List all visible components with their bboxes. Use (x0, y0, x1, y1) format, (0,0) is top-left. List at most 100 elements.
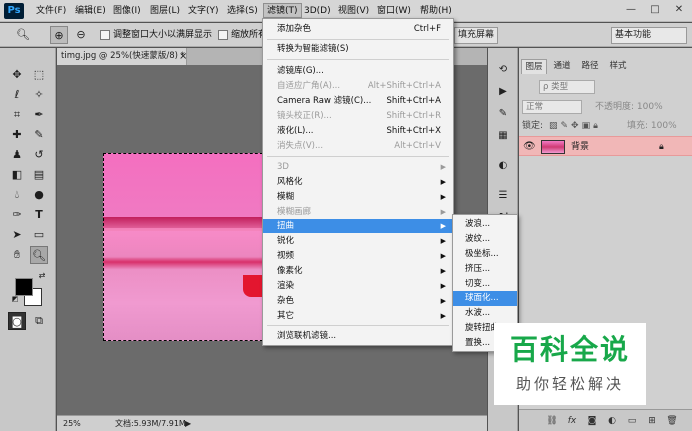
fill-field[interactable]: 填充: 100% (627, 120, 677, 132)
stamp-tool-icon[interactable]: ♟ (8, 146, 26, 164)
history-panel-icon[interactable]: ⟲ (494, 62, 512, 78)
minimize-button[interactable]: — (620, 2, 642, 18)
blend-mode-select[interactable]: 正常 (522, 100, 582, 114)
default-colors-icon[interactable]: ◩ (10, 294, 20, 304)
group-icon[interactable]: ▭ (625, 414, 639, 428)
menu-image[interactable]: 图像(I) (113, 4, 141, 19)
hand-tool-icon[interactable]: ✋︎ (8, 246, 26, 264)
dodge-tool-icon[interactable]: ● (30, 186, 48, 204)
link-layers-icon[interactable]: ⛓︎ (545, 414, 559, 428)
menu-item-stylize[interactable]: 风格化 ▶ (263, 175, 453, 189)
tools-panel: ✥ ⬚ ℓ ✧ ⌗ ✒ ✚ ✎ ♟ ↺ ◧ ▤ 💧︎ ● ✑ T ➤ ▭ ✋︎ … (0, 48, 56, 431)
workspace-select[interactable]: 基本功能 (611, 27, 687, 44)
marching-ants-selection (103, 153, 273, 341)
layer-style-icon[interactable]: fx (565, 414, 579, 428)
new-layer-icon[interactable]: ⊞ (645, 414, 659, 428)
menu-view[interactable]: 视图(V) (338, 4, 369, 19)
marquee-tool-icon[interactable]: ⬚ (30, 66, 48, 84)
document-tab-title: timg.jpg @ 25%(快速蒙版/8) * (61, 51, 185, 61)
menu-item-add-noise[interactable]: 添加杂色 Ctrl+F (263, 22, 453, 36)
submenu-item-wave[interactable]: 波浪... (453, 217, 517, 232)
adjustments-panel-icon[interactable]: ◐ (494, 158, 512, 174)
menu-3d[interactable]: 3D(D) (304, 4, 331, 19)
lock-icons[interactable]: ▨✎✥▣🔒︎ (549, 120, 601, 132)
shape-tool-icon[interactable]: ▭ (30, 226, 48, 244)
zoom-in-icon[interactable]: ⊕ (50, 26, 68, 44)
menu-window[interactable]: 窗口(W) (377, 4, 411, 19)
submenu-item-spherize[interactable]: 球面化... (453, 291, 517, 306)
eyedropper-icon[interactable]: ✒ (30, 106, 48, 124)
lasso-tool-icon[interactable]: ℓ (8, 86, 26, 104)
menu-item-other[interactable]: 其它 ▶ (263, 309, 453, 323)
close-tab-icon[interactable]: × (179, 50, 187, 63)
menu-item-video[interactable]: 视频 ▶ (263, 249, 453, 263)
maximize-button[interactable]: □ (644, 2, 666, 18)
brush-tool-icon[interactable]: ✎ (30, 126, 48, 144)
layer-row[interactable]: 👁︎ 背景 🔒︎ (519, 136, 692, 156)
actions-panel-icon[interactable]: ▶ (494, 84, 512, 100)
menu-help[interactable]: 帮助(H) (420, 4, 452, 19)
resize-window-checkbox[interactable] (100, 30, 110, 40)
document-tab[interactable]: timg.jpg @ 25%(快速蒙版/8) * (57, 48, 187, 65)
menu-file[interactable]: 文件(F) (36, 4, 66, 19)
fill-screen-button[interactable]: 填充屏幕 (454, 27, 499, 44)
magic-wand-icon[interactable]: ✧ (30, 86, 48, 104)
quick-mask-icon[interactable]: ◙ (8, 312, 26, 330)
swap-colors-icon[interactable]: ⇄ (36, 270, 48, 282)
submenu-item-shear[interactable]: 切变... (453, 277, 517, 292)
menu-item-camera-raw[interactable]: Camera Raw 滤镜(C)... Shift+Ctrl+A (263, 94, 453, 108)
crop-tool-icon[interactable]: ⌗ (8, 106, 26, 124)
menu-item-distort[interactable]: 扭曲 ▶ (263, 219, 453, 233)
layers-bottom-bar: ⛓︎ fx ◙ ◐ ▭ ⊞ 🗑︎ (519, 409, 692, 431)
zoom-tool-preset-icon[interactable]: 🔍︎ (14, 26, 32, 44)
submenu-item-polar-coordinates[interactable]: 极坐标... (453, 247, 517, 262)
properties-panel-icon[interactable]: ☰ (494, 188, 512, 204)
healing-brush-icon[interactable]: ✚ (8, 126, 26, 144)
menu-item-noise[interactable]: 杂色 ▶ (263, 294, 453, 308)
delete-layer-icon[interactable]: 🗑︎ (665, 414, 679, 428)
menu-item-pixelate[interactable]: 像素化 ▶ (263, 264, 453, 278)
menu-item-render[interactable]: 渲染 ▶ (263, 279, 453, 293)
opacity-field[interactable]: 不透明度: 100% (595, 101, 663, 113)
layer-mask-icon[interactable]: ◙ (585, 414, 599, 428)
tab-paths[interactable]: 路径 (577, 59, 603, 74)
status-arrow-icon[interactable]: ▶ (185, 418, 191, 430)
menu-item-browse-online[interactable]: 浏览联机滤镜... (263, 329, 453, 343)
menu-edit[interactable]: 编辑(E) (75, 4, 106, 19)
zoom-level[interactable]: 25% (63, 418, 81, 430)
menu-item-sharpen[interactable]: 锐化 ▶ (263, 234, 453, 248)
tab-channels[interactable]: 通道 (549, 59, 575, 74)
menu-filter[interactable]: 滤镜(T) (263, 3, 302, 18)
history-brush-icon[interactable]: ↺ (30, 146, 48, 164)
gradient-tool-icon[interactable]: ▤ (30, 166, 48, 184)
close-window-button[interactable]: ✕ (668, 2, 690, 18)
pen-tool-icon[interactable]: ✑ (8, 206, 26, 224)
menu-select[interactable]: 选择(S) (227, 4, 258, 19)
tab-layers[interactable]: 图层 (521, 59, 547, 74)
adjustment-layer-icon[interactable]: ◐ (605, 414, 619, 428)
blur-tool-icon[interactable]: 💧︎ (8, 186, 26, 204)
zoom-tool-icon[interactable]: 🔍︎ (30, 246, 48, 264)
submenu-item-pinch[interactable]: 挤压... (453, 262, 517, 277)
menu-type[interactable]: 文字(Y) (188, 4, 219, 19)
zoom-all-checkbox[interactable] (218, 30, 228, 40)
submenu-item-ripple[interactable]: 波纹... (453, 232, 517, 247)
zoom-out-icon[interactable]: ⊖ (72, 26, 90, 44)
eraser-tool-icon[interactable]: ◧ (8, 166, 26, 184)
visibility-eye-icon[interactable]: 👁︎ (523, 140, 536, 154)
layer-thumbnail (541, 140, 565, 154)
menu-item-blur[interactable]: 模糊 ▶ (263, 190, 453, 204)
swatches-panel-icon[interactable]: ▦ (494, 128, 512, 144)
menu-layer[interactable]: 图层(L) (150, 4, 180, 19)
move-tool-icon[interactable]: ✥ (8, 66, 26, 84)
screen-mode-icon[interactable]: ⧉ (30, 312, 48, 330)
brush-panel-icon[interactable]: ✎ (494, 106, 512, 122)
menu-item-filter-gallery[interactable]: 滤镜库(G)... (263, 64, 453, 78)
type-tool-icon[interactable]: T (30, 206, 48, 224)
menu-item-liquify[interactable]: 液化(L)... Shift+Ctrl+X (263, 124, 453, 138)
path-selection-icon[interactable]: ➤ (8, 226, 26, 244)
submenu-item-zigzag[interactable]: 水波... (453, 306, 517, 321)
layer-filter-select[interactable]: ρ 类型 (539, 80, 595, 94)
menu-item-smart-filter[interactable]: 转换为智能滤镜(S) (263, 42, 453, 56)
tab-styles[interactable]: 样式 (605, 59, 631, 74)
